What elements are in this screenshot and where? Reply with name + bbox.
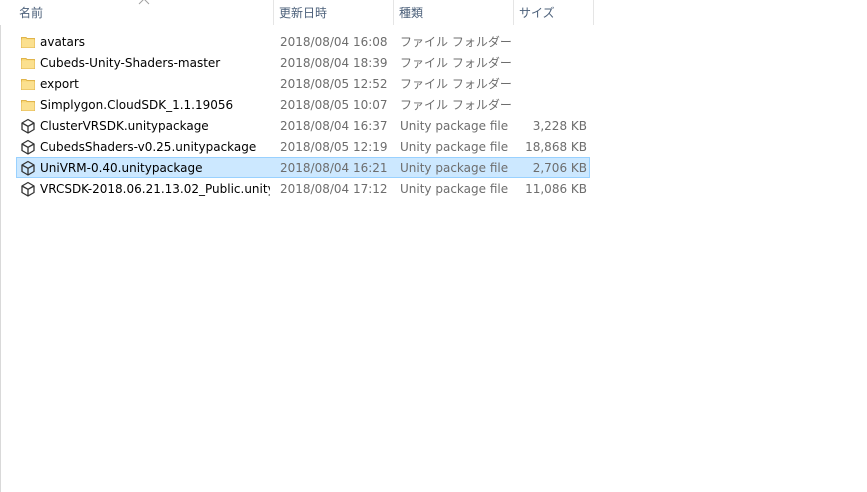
file-name: VRCSDK-2018.06.21.13.02_Public.unitypa..…: [40, 182, 270, 196]
column-header-bar: 名前 更新日時 種類 サイズ: [0, 0, 594, 25]
file-row-selected[interactable]: UniVRM-0.40.unitypackage 2018/08/04 16:2…: [16, 157, 590, 178]
file-date: 2018/08/05 12:19: [280, 140, 388, 154]
file-row[interactable]: ClusterVRSDK.unitypackage 2018/08/04 16:…: [16, 115, 590, 136]
file-type: ファイル フォルダー: [400, 35, 512, 49]
file-date: 2018/08/05 12:52: [280, 77, 388, 91]
file-type: Unity package file: [400, 140, 509, 154]
column-header-type[interactable]: 種類: [393, 0, 513, 25]
file-date: 2018/08/04 16:08: [280, 35, 388, 49]
file-size: [520, 95, 587, 114]
file-size: [520, 74, 587, 93]
file-name: Cubeds-Unity-Shaders-master: [40, 56, 221, 70]
column-header-size[interactable]: サイズ: [513, 0, 594, 25]
file-name: CubedsShaders-v0.25.unitypackage: [40, 140, 257, 154]
file-type: ファイル フォルダー: [400, 56, 512, 70]
file-date: 2018/08/04 18:39: [280, 56, 388, 70]
file-type: Unity package file: [400, 182, 509, 196]
file-size: [520, 53, 587, 72]
file-size: [520, 32, 587, 51]
file-row[interactable]: avatars 2018/08/04 16:08 ファイル フォルダー: [16, 31, 590, 52]
file-date: 2018/08/04 17:12: [280, 182, 388, 196]
unity-icon: [20, 181, 36, 197]
file-date: 2018/08/05 10:07: [280, 98, 388, 112]
file-row[interactable]: VRCSDK-2018.06.21.13.02_Public.unitypa..…: [16, 178, 590, 199]
file-type: ファイル フォルダー: [400, 98, 512, 112]
file-type: Unity package file: [400, 119, 509, 133]
unity-icon: [20, 139, 36, 155]
file-row[interactable]: export 2018/08/05 12:52 ファイル フォルダー: [16, 73, 590, 94]
file-size: 18,868 KB: [525, 140, 587, 154]
file-date: 2018/08/04 16:37: [280, 119, 388, 133]
window-left-edge: [0, 0, 1, 492]
file-row[interactable]: Simplygon.CloudSDK_1.1.19056 2018/08/05 …: [16, 94, 590, 115]
column-divider[interactable]: [593, 0, 594, 25]
file-name: export: [40, 77, 79, 91]
folder-icon: [20, 55, 36, 71]
file-row[interactable]: CubedsShaders-v0.25.unitypackage 2018/08…: [16, 136, 590, 157]
folder-icon: [20, 34, 36, 50]
column-header-name[interactable]: 名前: [13, 0, 273, 25]
file-size: 2,706 KB: [532, 161, 587, 175]
file-name: UniVRM-0.40.unitypackage: [40, 161, 203, 175]
folder-icon: [20, 97, 36, 113]
unity-icon: [20, 160, 36, 176]
column-header-date[interactable]: 更新日時: [273, 0, 393, 25]
file-row[interactable]: Cubeds-Unity-Shaders-master 2018/08/04 1…: [16, 52, 590, 73]
file-size: 11,086 KB: [525, 182, 587, 196]
folder-icon: [20, 76, 36, 92]
unity-icon: [20, 118, 36, 134]
file-size: 3,228 KB: [532, 119, 587, 133]
file-type: ファイル フォルダー: [400, 77, 512, 91]
file-date: 2018/08/04 16:21: [280, 161, 388, 175]
file-name: ClusterVRSDK.unitypackage: [40, 119, 209, 133]
file-name: avatars: [40, 35, 86, 49]
file-type: Unity package file: [400, 161, 509, 175]
file-list: avatars 2018/08/04 16:08 ファイル フォルダー Cube…: [16, 31, 590, 199]
file-name: Simplygon.CloudSDK_1.1.19056: [40, 98, 234, 112]
